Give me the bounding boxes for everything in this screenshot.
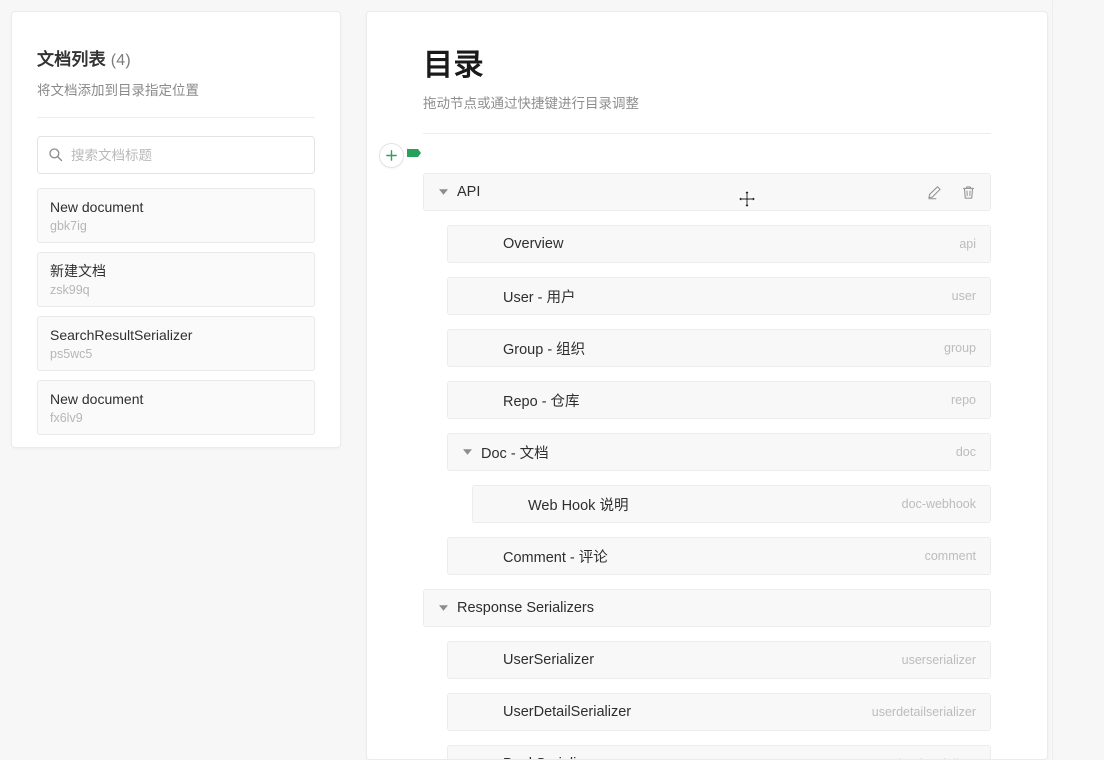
tree-row[interactable]: Web Hook 说明 doc-webhook — [472, 485, 991, 523]
tree-row[interactable]: UserDetailSerializer userdetailserialize… — [447, 693, 991, 731]
tree-row-slug: repo — [951, 393, 976, 407]
catalog-toolbar — [367, 143, 1047, 173]
list-item-title: 新建文档 — [50, 262, 302, 280]
tree-row-slug: doc-webhook — [902, 497, 976, 511]
search-input[interactable] — [37, 136, 315, 174]
plus-icon — [385, 149, 398, 162]
tree-row[interactable]: Group - 组织 group — [447, 329, 991, 367]
tree-row-label: BookSerializer — [478, 756, 597, 760]
pencil-icon[interactable] — [926, 184, 942, 200]
document-list-divider — [37, 117, 315, 118]
app-root: 文档列表 (4) 将文档添加到目录指定位置 New document gbk7i… — [0, 0, 1104, 760]
tree-row-label: Web Hook 说明 — [503, 494, 628, 515]
tree-row-slug: group — [944, 341, 976, 355]
document-search — [37, 136, 315, 174]
list-item[interactable]: New document fx6lv9 — [37, 380, 315, 435]
tree-row[interactable]: Repo - 仓库 repo — [447, 381, 991, 419]
tree-row-label: Group - 组织 — [478, 338, 585, 359]
tree-row[interactable]: API — [423, 173, 991, 211]
list-item[interactable]: SearchResultSerializer ps5wc5 — [37, 316, 315, 371]
list-item-title: SearchResultSerializer — [50, 326, 302, 344]
tree-row[interactable]: Response Serializers — [423, 589, 991, 627]
tree-row[interactable]: Doc - 文档 doc — [447, 433, 991, 471]
document-list: New document gbk7ig 新建文档 zsk99q SearchRe… — [37, 188, 315, 435]
trash-icon[interactable] — [960, 184, 976, 200]
tree-row-label: User - 用户 — [478, 286, 576, 307]
tree-row-label: Response Serializers — [454, 600, 594, 616]
document-list-title-text: 文档列表 — [37, 50, 106, 69]
tree-row-label: UserDetailSerializer — [478, 704, 631, 720]
catalog-tree: API — [367, 173, 1047, 760]
tree-row-label: API — [454, 184, 480, 200]
chevron-down-icon[interactable] — [432, 189, 454, 195]
tree-row-actions — [926, 184, 976, 200]
tree-row[interactable]: Overview api — [447, 225, 991, 263]
chevron-down-icon[interactable] — [432, 605, 454, 611]
list-item-title: New document — [50, 198, 302, 216]
tree-row[interactable]: UserSerializer userserializer — [447, 641, 991, 679]
list-item-slug: gbk7ig — [50, 218, 302, 234]
flag-icon — [407, 148, 423, 160]
tree-row-label: UserSerializer — [478, 652, 594, 668]
tree-row-label: Doc - 文档 — [478, 442, 549, 463]
document-list-count: (4) — [111, 52, 131, 69]
tree-row-label: Comment - 评论 — [478, 546, 608, 567]
tree-row-label: Repo - 仓库 — [478, 390, 580, 411]
tree-row-slug: userserializer — [902, 653, 976, 667]
list-item-slug: zsk99q — [50, 282, 302, 298]
catalog-header: 目录 拖动节点或通过快捷键进行目录调整 — [367, 12, 1047, 134]
list-item-slug: fx6lv9 — [50, 410, 302, 426]
list-item[interactable]: 新建文档 zsk99q — [37, 252, 315, 307]
scrollbar-track[interactable] — [1052, 0, 1053, 760]
document-list-panel: 文档列表 (4) 将文档添加到目录指定位置 New document gbk7i… — [11, 11, 341, 448]
tree-row-slug: api — [959, 237, 976, 251]
document-list-title: 文档列表 (4) — [37, 45, 315, 70]
tree-row-slug: user — [952, 289, 976, 303]
document-list-subtitle: 将文档添加到目录指定位置 — [37, 79, 315, 99]
list-item-title: New document — [50, 390, 302, 408]
catalog-panel: 目录 拖动节点或通过快捷键进行目录调整 — [366, 11, 1048, 760]
list-item[interactable]: New document gbk7ig — [37, 188, 315, 243]
page-subtitle: 拖动节点或通过快捷键进行目录调整 — [423, 92, 991, 112]
tree-row-label: Overview — [478, 236, 563, 252]
tree-row-slug: userdetailserializer — [872, 705, 976, 719]
tree-row[interactable]: Comment - 评论 comment — [447, 537, 991, 575]
chevron-down-icon[interactable] — [456, 449, 478, 455]
tree-row-slug: comment — [925, 549, 976, 563]
tree-row[interactable]: User - 用户 user — [447, 277, 991, 315]
list-item-slug: ps5wc5 — [50, 346, 302, 362]
page-title: 目录 — [423, 46, 991, 86]
add-node-button[interactable] — [379, 143, 404, 168]
tree-row[interactable]: BookSerializer bookserializer — [447, 745, 991, 760]
catalog-header-divider — [423, 133, 991, 134]
tree-row-slug: doc — [956, 445, 976, 459]
